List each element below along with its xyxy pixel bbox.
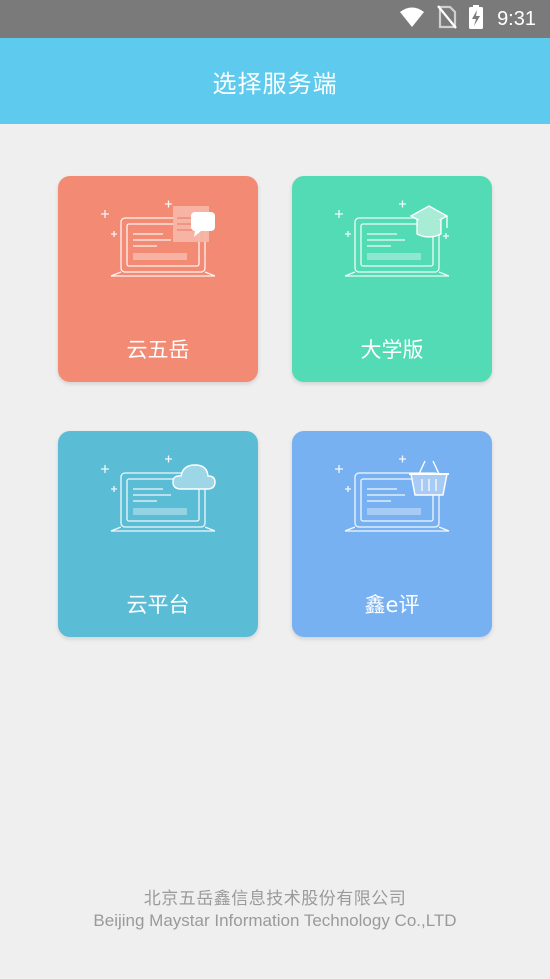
page-title: 选择服务端 <box>212 69 338 98</box>
status-bar: 9:31 <box>0 0 550 38</box>
server-card-xin-e-ping[interactable]: 鑫e评 <box>292 431 492 637</box>
server-card-label: 鑫e评 <box>364 593 420 617</box>
basket-laptop-icon <box>335 455 450 532</box>
status-time: 9:31 <box>497 7 536 30</box>
server-card-label: 大学版 <box>360 338 424 362</box>
wifi-icon <box>399 6 425 32</box>
app-bar: 选择服务端 <box>0 38 550 124</box>
server-card-yunwuyue[interactable]: 云五岳 <box>58 176 258 382</box>
server-card-university[interactable]: 大学版 <box>292 176 492 382</box>
cloud-laptop-icon <box>101 455 216 532</box>
company-name-cn: 北京五岳鑫信息技术股份有限公司 <box>143 889 407 909</box>
server-card-label: 云平台 <box>126 593 190 617</box>
server-card-label: 云五岳 <box>126 338 190 362</box>
company-name-en: Beijing Maystar Information Technology C… <box>93 911 457 930</box>
server-card-cloud-platform[interactable]: 云平台 <box>58 431 258 637</box>
battery-charging-icon <box>469 5 484 33</box>
status-icons: 9:31 <box>399 0 536 38</box>
chat-bubble-laptop-icon <box>101 200 216 277</box>
graduation-cap-laptop-icon <box>335 200 450 277</box>
no-sim-icon <box>437 5 457 33</box>
